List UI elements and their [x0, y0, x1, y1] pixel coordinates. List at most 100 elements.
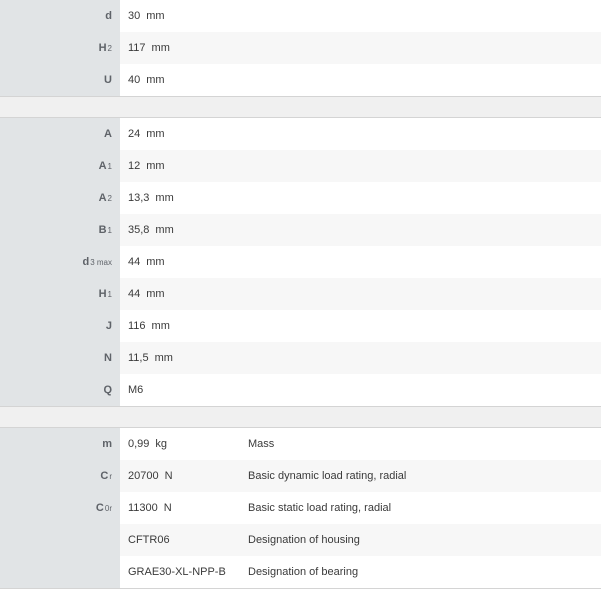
- symbol-text: Q: [103, 384, 112, 396]
- spec-symbol: N: [0, 342, 120, 374]
- spec-symbol: C 0r: [0, 492, 120, 524]
- spec-symbol: Q: [0, 374, 120, 406]
- value-unit: mm: [151, 320, 170, 332]
- spec-value: CFTR06: [120, 534, 248, 546]
- spec-symbol: d3 max: [0, 246, 120, 278]
- value-number: M6: [128, 384, 144, 396]
- spec-symbol: B1: [0, 214, 120, 246]
- value-number: 116: [128, 320, 146, 332]
- value-number: 11,5: [128, 352, 149, 364]
- value-number: 24: [128, 128, 141, 140]
- spec-description: Mass: [248, 438, 275, 450]
- symbol-text: C: [100, 470, 109, 482]
- value-number: CFTR06: [128, 534, 170, 546]
- spec-symbol: d: [0, 0, 120, 32]
- spec-value: 24 mm: [120, 128, 165, 140]
- symbol-text: d: [82, 256, 90, 268]
- spec-value: 30 mm: [120, 10, 165, 22]
- symbol-subscript: 1: [107, 225, 112, 235]
- value-number: 13,3: [128, 192, 150, 204]
- symbol-text: H: [98, 288, 107, 300]
- symbol-subscript: 2: [107, 193, 112, 203]
- spec-value: 0,99 kg: [120, 438, 248, 450]
- spec-row-h2: H2 117 mm: [0, 32, 601, 64]
- symbol-subscript: 1: [107, 289, 112, 299]
- spec-value: 40 mm: [120, 74, 165, 86]
- spec-row-mass: m 0,99 kg Mass: [0, 428, 601, 460]
- value-unit: mm: [155, 224, 174, 236]
- spec-block-performance: m 0,99 kg Mass Cr 20700 N Basic dynamic lo…: [0, 427, 601, 589]
- spec-value: 20700 N: [120, 470, 248, 482]
- spec-row-h1: H1 44 mm: [0, 278, 601, 310]
- spec-symbol: A2: [0, 182, 120, 214]
- spec-row-b1: B1 35,8 mm: [0, 214, 601, 246]
- symbol-text: U: [104, 74, 112, 86]
- symbol-text: A: [104, 128, 112, 140]
- spec-symbol: m: [0, 428, 120, 460]
- spec-row-n: N 11,5 mm: [0, 342, 601, 374]
- value-unit: mm: [146, 288, 165, 300]
- value-number: 44: [128, 256, 141, 268]
- symbol-text: H: [98, 42, 107, 54]
- symbol-subscript: 0r: [104, 503, 112, 513]
- spec-row-a2: A2 13,3 mm: [0, 182, 601, 214]
- spec-block-dimensions-detail: A 24 mm A1 12 mm A2 13,3 mm B1 35,8 mm d3 ma…: [0, 117, 601, 407]
- spec-row-j: J 116 mm: [0, 310, 601, 342]
- value-unit: N: [164, 470, 173, 482]
- value-number: 30: [128, 10, 141, 22]
- symbol-text: C: [95, 502, 104, 514]
- value-unit: mm: [154, 352, 173, 364]
- spec-row-bearing: GRAE30-XL-NPP-B Designation of bearing: [0, 556, 601, 588]
- spec-symbol: A: [0, 118, 120, 150]
- value-number: 0,99: [128, 438, 150, 450]
- value-number: 12: [128, 160, 141, 172]
- symbol-subscript: 3 max: [90, 257, 112, 267]
- block-separator: [0, 407, 601, 427]
- spec-row-q: Q M6: [0, 374, 601, 406]
- value-number: 11300: [128, 502, 158, 514]
- spec-row-cr: Cr 20700 N Basic dynamic load rating, rad…: [0, 460, 601, 492]
- spec-symbol: A1: [0, 150, 120, 182]
- symbol-text: A: [98, 192, 107, 204]
- spec-value: M6: [120, 384, 143, 396]
- block-separator: [0, 97, 601, 117]
- value-unit: mm: [146, 74, 165, 86]
- spec-description: Basic static load rating, radial: [248, 502, 392, 514]
- spec-value: 44 mm: [120, 288, 165, 300]
- spec-row-d: d 30 mm: [0, 0, 601, 32]
- spec-value: 12 mm: [120, 160, 165, 172]
- spec-value: GRAE30-XL-NPP-B: [120, 566, 248, 578]
- value-unit: mm: [151, 42, 170, 54]
- value-unit: mm: [146, 256, 165, 268]
- value-number: 40: [128, 74, 141, 86]
- value-number: 117: [128, 42, 146, 54]
- value-number: GRAE30-XL-NPP-B: [128, 566, 226, 578]
- symbol-text: N: [104, 352, 112, 364]
- spec-row-a1: A1 12 mm: [0, 150, 601, 182]
- spec-value: 116 mm: [120, 320, 170, 332]
- value-unit: mm: [146, 160, 165, 172]
- symbol-text: B: [98, 224, 107, 236]
- spec-symbol: J: [0, 310, 120, 342]
- value-number: 35,8: [128, 224, 150, 236]
- spec-value: 13,3 mm: [120, 192, 174, 204]
- spec-description: Designation of housing: [248, 534, 360, 546]
- value-unit: mm: [155, 192, 174, 204]
- spec-row-c0r: C 0r 11300 N Basic static load rating, rad…: [0, 492, 601, 524]
- spec-symbol: U: [0, 64, 120, 96]
- spec-symbol: H1: [0, 278, 120, 310]
- spec-value: 11,5 mm: [120, 352, 173, 364]
- value-unit: mm: [146, 10, 165, 22]
- spec-description: Designation of bearing: [248, 566, 359, 578]
- symbol-text: J: [105, 320, 112, 332]
- symbol-subscript: r: [109, 471, 112, 481]
- symbol-text: d: [105, 10, 112, 22]
- symbol-text: m: [102, 438, 112, 450]
- spec-symbol: [0, 524, 120, 556]
- spec-value: 35,8 mm: [120, 224, 174, 236]
- spec-row-housing: CFTR06 Designation of housing: [0, 524, 601, 556]
- spec-block-dimensions-main: d 30 mm H2 117 mm U 40 mm: [0, 0, 601, 97]
- spec-row-u: U 40 mm: [0, 64, 601, 96]
- value-unit: kg: [155, 438, 168, 450]
- spec-symbol: H2: [0, 32, 120, 64]
